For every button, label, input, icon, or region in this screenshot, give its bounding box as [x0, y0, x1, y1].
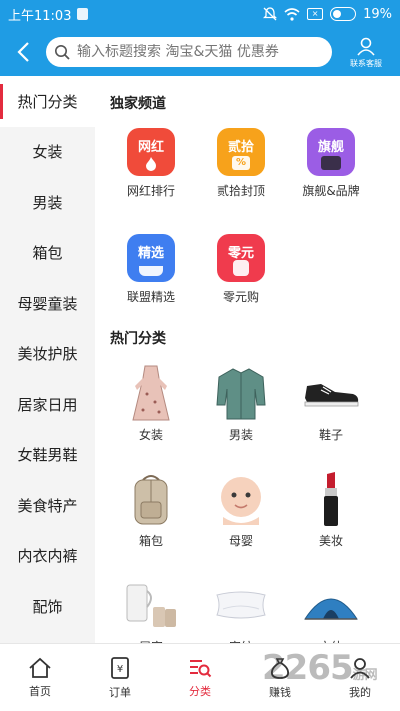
customer-service-icon — [357, 37, 375, 56]
category-beauty[interactable]: 美妆 — [286, 468, 376, 549]
channel-icon-text: 精选 — [137, 246, 164, 261]
search-icon — [55, 45, 70, 60]
channel-ershi[interactable]: 贰拾 % 贰拾封顶 — [196, 128, 286, 199]
channel-icon-text: 贰拾 — [227, 140, 254, 155]
kitchenware-icon — [120, 574, 182, 636]
channel-label: 零元购 — [222, 290, 259, 304]
status-bar: 上午11:03 × 19% — [0, 0, 400, 28]
search-bar[interactable] — [46, 37, 332, 67]
cat-face-icon: 旗舰 — [307, 128, 355, 176]
sidebar-item-underwear[interactable]: 内衣内裤 — [0, 531, 95, 582]
category-bags[interactable]: 箱包 — [106, 468, 196, 549]
sidebar-item-shoes[interactable]: 女鞋男鞋 — [0, 430, 95, 481]
order-icon: ¥ — [111, 656, 129, 679]
tab-orders[interactable]: ¥ 订单 — [80, 644, 160, 711]
sidebar-item-men[interactable]: 男装 — [0, 177, 95, 228]
signal-off-icon: × — [307, 8, 324, 20]
category-home[interactable]: 居家 — [106, 574, 196, 643]
sidebar-item-food[interactable]: 美食特产 — [0, 480, 95, 531]
sidebar-item-home[interactable]: 居家日用 — [0, 379, 95, 430]
category-textiles[interactable]: 家纺 — [196, 574, 286, 643]
dress-icon — [120, 362, 182, 424]
site-watermark: 2265游网 — [262, 648, 378, 688]
svg-text:¥: ¥ — [117, 664, 123, 675]
customer-service-label: 联系客服 — [350, 58, 382, 68]
tab-label: 分类 — [189, 684, 211, 698]
battery-icon — [330, 7, 357, 21]
shirt-icon — [210, 362, 272, 424]
mute-bell-icon — [263, 7, 278, 21]
sidebar-item-baby-kids[interactable]: 母婴童装 — [0, 278, 95, 329]
basket-icon: 精选 — [127, 234, 175, 282]
chevron-left-icon — [17, 42, 29, 62]
lipstick-icon — [300, 468, 362, 530]
sidebar-item-beauty[interactable]: 美妆护肤 — [0, 329, 95, 380]
channel-icon-text: 网红 — [137, 140, 164, 155]
category-sports[interactable]: 文体 — [286, 574, 376, 643]
category-label: 箱包 — [138, 534, 163, 548]
tab-label: 订单 — [109, 685, 131, 699]
home-icon — [29, 657, 51, 678]
category-label: 女装 — [138, 428, 163, 442]
channel-lingyuan[interactable]: 零元 零元购 — [196, 234, 286, 305]
notification-icon — [77, 8, 89, 20]
category-women[interactable]: 女装 — [106, 362, 196, 443]
category-shoes[interactable]: 鞋子 — [286, 362, 376, 443]
percent-tag-icon: 贰拾 % — [217, 128, 265, 176]
category-sidebar: 热门分类 女装 男装 箱包 母婴童装 美妆护肤 居家日用 女鞋男鞋 美食特产 内… — [0, 76, 95, 643]
sidebar-item-bags[interactable]: 箱包 — [0, 228, 95, 279]
search-input[interactable] — [77, 44, 317, 60]
category-content: 独家频道 网红 网红排行 贰拾 % 贰拾封顶 旗舰 旗舰&品牌 精选 联盟精选 … — [95, 76, 400, 643]
channel-icon-text: 零元 — [227, 246, 254, 261]
watermark-number: 2265 — [262, 648, 354, 688]
tab-label: 首页 — [29, 684, 51, 698]
thumbs-up-icon: 零元 — [217, 234, 265, 282]
backpack-icon — [120, 468, 182, 530]
customer-service-button[interactable]: 联系客服 — [332, 28, 400, 76]
back-button[interactable] — [0, 28, 46, 76]
channel-lianmeng[interactable]: 精选 联盟精选 — [106, 234, 196, 305]
tab-category[interactable]: 分类 — [160, 644, 240, 711]
category-baby[interactable]: 母婴 — [196, 468, 286, 549]
exclusive-section-title: 独家频道 — [110, 96, 166, 112]
category-label: 美妆 — [318, 534, 343, 548]
channel-flagship[interactable]: 旗舰 旗舰&品牌 — [286, 128, 376, 199]
sneaker-icon — [300, 362, 362, 424]
fire-icon: 网红 — [127, 128, 175, 176]
tab-home[interactable]: 首页 — [0, 644, 80, 711]
wifi-icon — [284, 7, 300, 21]
status-time: 上午11:03 — [8, 8, 72, 24]
sidebar-item-hot[interactable]: 热门分类 — [0, 76, 95, 127]
category-label: 母婴 — [228, 534, 253, 548]
top-nav: 联系客服 — [0, 28, 400, 76]
battery-percent: 19% — [363, 6, 392, 22]
baby-icon — [210, 468, 272, 530]
tent-icon — [300, 574, 362, 636]
hot-section-title: 热门分类 — [110, 331, 166, 347]
channel-wanghong[interactable]: 网红 网红排行 — [106, 128, 196, 199]
sidebar-item-accessories[interactable]: 配饰 — [0, 581, 95, 632]
channel-label: 旗舰&品牌 — [302, 184, 360, 198]
pillow-icon — [210, 574, 272, 636]
channel-icon-text: 旗舰 — [317, 140, 344, 155]
watermark-suffix: 游网 — [352, 668, 378, 683]
sidebar-item-women[interactable]: 女装 — [0, 127, 95, 178]
channel-label: 贰拾封顶 — [216, 184, 265, 198]
category-men[interactable]: 男装 — [196, 362, 286, 443]
category-icon — [190, 659, 212, 677]
category-label: 男装 — [228, 428, 253, 442]
category-label: 鞋子 — [318, 428, 343, 442]
channel-label: 联盟精选 — [126, 290, 175, 304]
channel-label: 网红排行 — [126, 184, 175, 198]
